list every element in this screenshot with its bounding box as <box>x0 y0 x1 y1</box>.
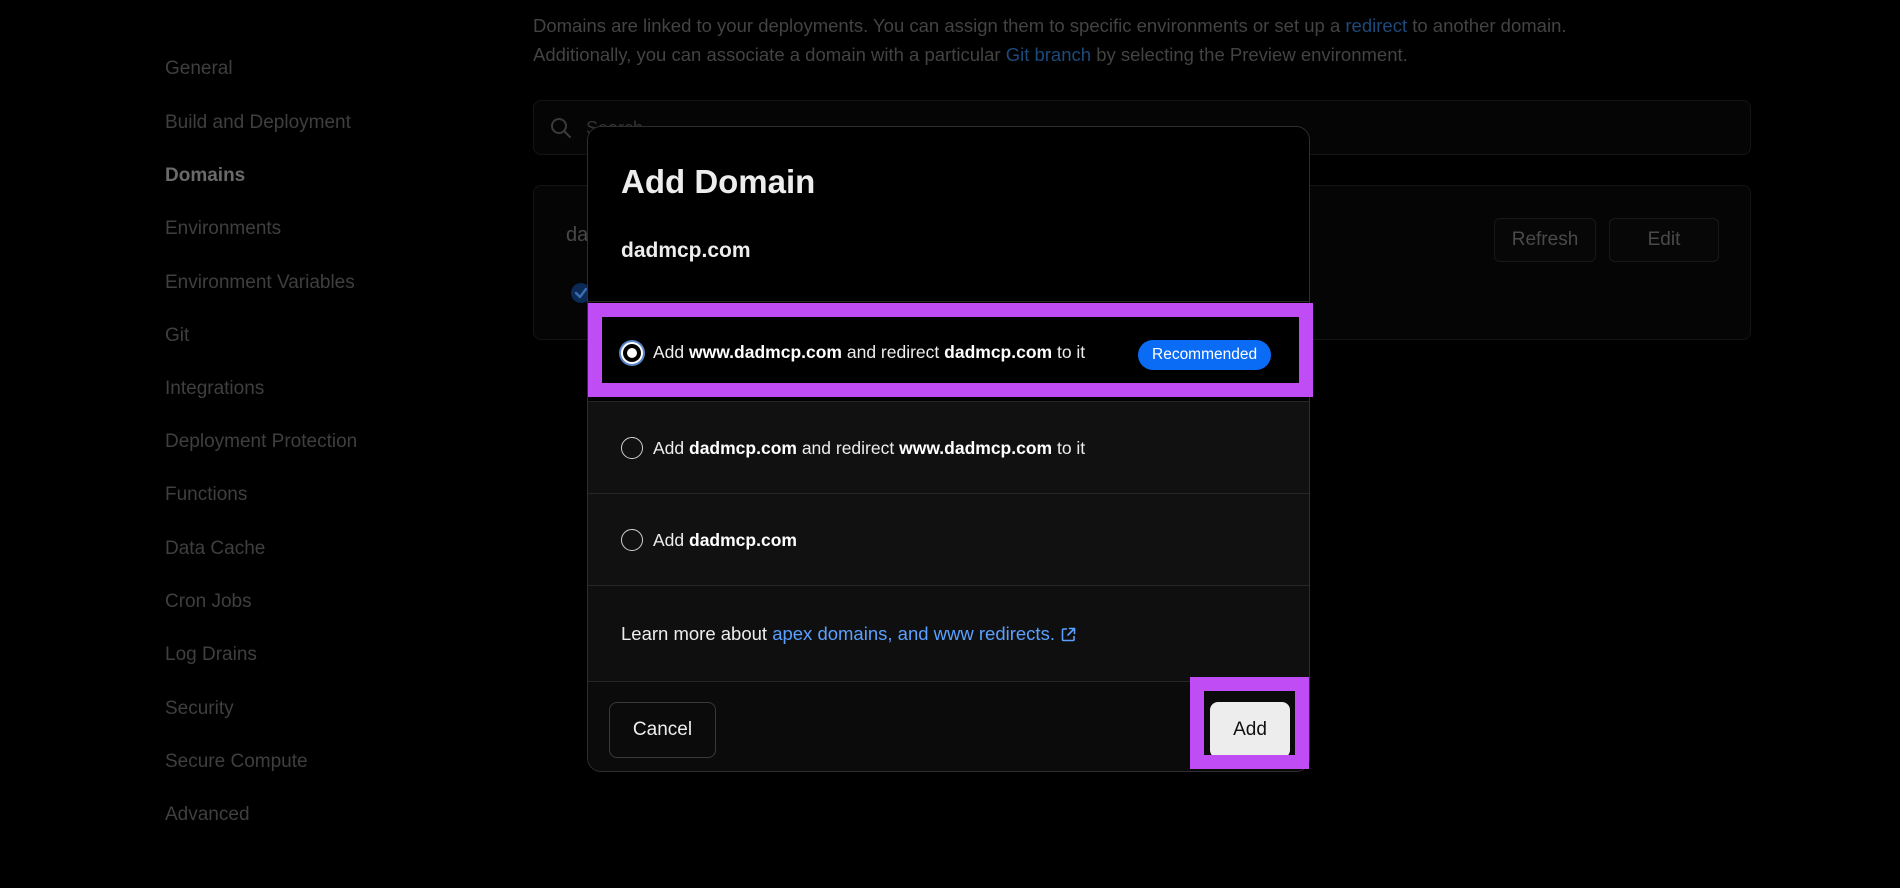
sidebar-item-functions[interactable]: Functions <box>165 484 247 506</box>
sidebar-item-security[interactable]: Security <box>165 698 234 720</box>
sidebar-item-build-and-deployment[interactable]: Build and Deployment <box>165 112 351 134</box>
intro-text: Additionally, you can associate a domain… <box>533 43 1006 65</box>
edit-button[interactable]: Edit <box>1609 218 1719 262</box>
sidebar-item-data-cache[interactable]: Data Cache <box>165 538 265 560</box>
sidebar-item-environments[interactable]: Environments <box>165 218 281 240</box>
option-domain: dadmcp.com <box>689 530 797 550</box>
sidebar-item-domains[interactable]: Domains <box>165 165 245 187</box>
apex-domains-link[interactable]: apex domains, and www redirects. <box>772 623 1076 644</box>
sidebar-item-integrations[interactable]: Integrations <box>165 378 264 400</box>
sidebar-item-environment-variables[interactable]: Environment Variables <box>165 272 355 294</box>
option-text: Add <box>653 530 689 550</box>
radio-option-2[interactable] <box>621 437 643 459</box>
dialog-title: Add Domain <box>621 163 816 200</box>
option-label: Add dadmcp.com and redirect www.dadmcp.c… <box>653 438 1085 459</box>
sidebar-item-cron-jobs[interactable]: Cron Jobs <box>165 591 252 613</box>
sidebar-item-log-drains[interactable]: Log Drains <box>165 644 257 666</box>
recommended-badge: Recommended <box>1138 340 1272 370</box>
learn-more-section: Learn more about apex domains, and www r… <box>588 585 1309 681</box>
cancel-button[interactable]: Cancel <box>609 702 716 758</box>
sidebar-item-general[interactable]: General <box>165 58 233 80</box>
sidebar-item-advanced[interactable]: Advanced <box>165 804 250 826</box>
refresh-button[interactable]: Refresh <box>1494 218 1596 262</box>
option-text: Add <box>653 342 689 362</box>
dialog-header: Add Domain dadmcp.com <box>588 127 1309 301</box>
dialog-domain: dadmcp.com <box>621 239 751 262</box>
option-label: Add dadmcp.com <box>653 530 797 551</box>
dialog-footer: Cancel Add <box>588 681 1309 771</box>
option-text: and redirect <box>842 342 945 362</box>
radio-option-1[interactable] <box>621 342 643 364</box>
option-domain: dadmcp.com <box>944 342 1053 362</box>
option-domain: www.dadmcp.com <box>689 342 842 362</box>
git-branch-link[interactable]: Git branch <box>1006 44 1091 65</box>
redirect-link[interactable]: redirect <box>1345 15 1407 36</box>
external-link-icon <box>1061 625 1076 647</box>
option-domain: www.dadmcp.com <box>899 438 1053 458</box>
add-domain-dialog: Add Domain dadmcp.com Add www.dadmcp.com… <box>587 126 1310 772</box>
intro-text: to another domain. <box>1407 15 1567 36</box>
option-add-www-redirect-apex[interactable]: Add www.dadmcp.com and redirect dadmcp.c… <box>588 301 1309 401</box>
add-button[interactable]: Add <box>1210 702 1290 758</box>
sidebar-item-git[interactable]: Git <box>165 325 189 347</box>
sidebar-item-secure-compute[interactable]: Secure Compute <box>165 751 308 773</box>
learn-more-prefix: Learn more about <box>621 623 773 644</box>
option-add-apex-only[interactable]: Add dadmcp.com <box>588 493 1309 585</box>
intro-text: by selecting the Preview environment. <box>1091 43 1408 65</box>
option-text: to it <box>1052 438 1086 458</box>
option-text: Add <box>653 438 689 458</box>
page: General Build and Deployment Domains Env… <box>0 0 1900 888</box>
intro-text: Domains are linked to your deployments. … <box>533 15 1346 36</box>
option-text: and redirect <box>796 438 900 458</box>
option-label: Add www.dadmcp.com and redirect dadmcp.c… <box>653 342 1085 363</box>
option-text: to it <box>1052 342 1086 362</box>
sidebar-item-deployment-protection[interactable]: Deployment Protection <box>165 431 357 453</box>
apex-domains-link-label: apex domains, and www redirects. <box>772 623 1055 644</box>
domain-name: da <box>566 224 589 246</box>
option-domain: dadmcp.com <box>689 438 797 458</box>
search-icon <box>550 117 572 144</box>
option-add-apex-redirect-www[interactable]: Add dadmcp.com and redirect www.dadmcp.c… <box>588 401 1309 493</box>
learn-more-text: Learn more about apex domains, and www r… <box>621 623 1076 647</box>
domains-intro: Domains are linked to your deployments. … <box>533 12 1733 69</box>
radio-option-3[interactable] <box>621 529 643 551</box>
